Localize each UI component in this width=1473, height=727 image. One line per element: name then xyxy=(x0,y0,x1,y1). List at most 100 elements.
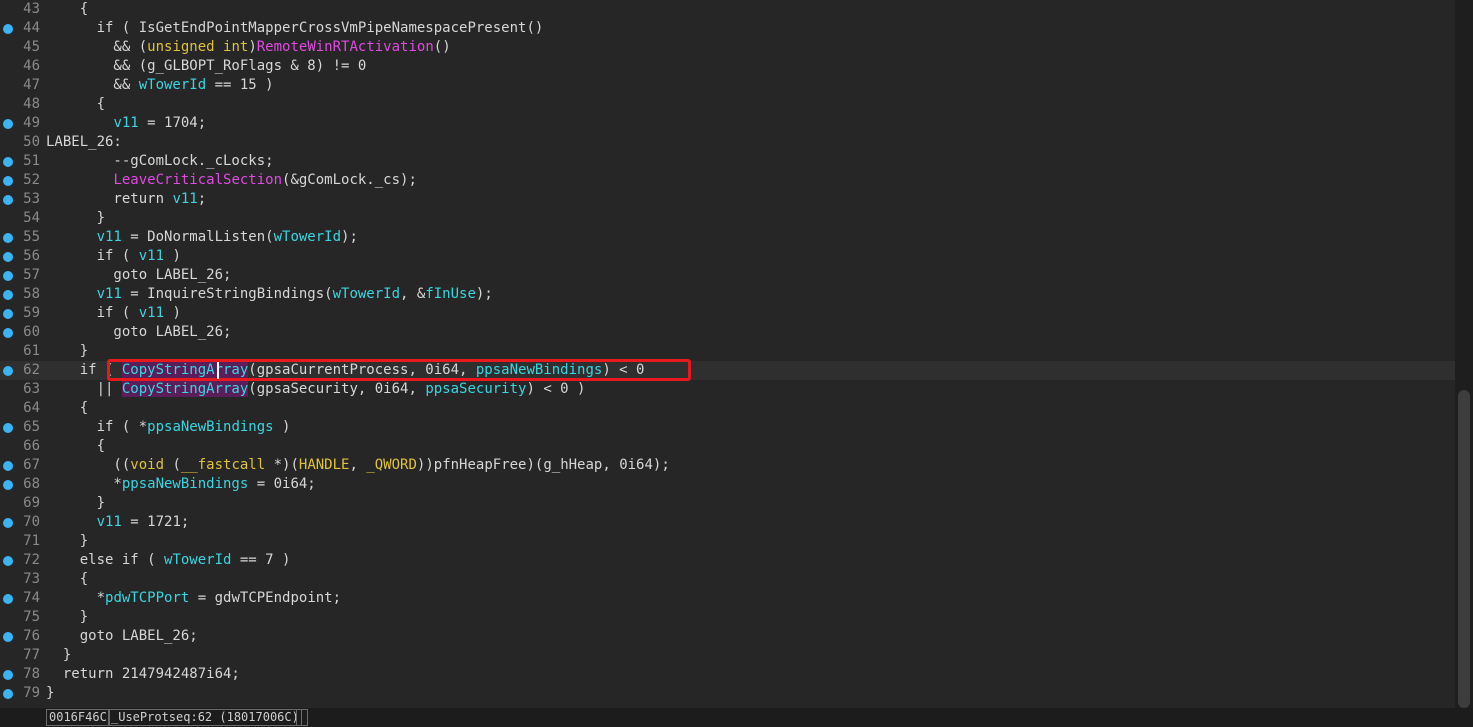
breakpoint-dot-icon[interactable] xyxy=(3,556,13,566)
breakpoint-dot-icon[interactable] xyxy=(3,290,13,300)
code-token: *)( xyxy=(265,457,299,473)
code-token: ppsaNewBindings xyxy=(147,419,274,435)
line-number: 48 xyxy=(23,96,40,112)
code-line[interactable]: 71 } xyxy=(0,532,1455,551)
code-line[interactable]: 68 *ppsaNewBindings = 0i64; xyxy=(0,475,1455,494)
code-line[interactable]: 65 if ( *ppsaNewBindings ) xyxy=(0,418,1455,437)
code-line[interactable]: 77 } xyxy=(0,646,1455,665)
code-line[interactable]: 51 --gComLock._cLocks; xyxy=(0,152,1455,171)
breakpoint-dot-icon[interactable] xyxy=(3,461,13,471)
line-number: 75 xyxy=(23,609,40,625)
code-line[interactable]: 75 } xyxy=(0,608,1455,627)
code-text: if ( v11 ) xyxy=(46,304,181,323)
breakpoint-dot-icon[interactable] xyxy=(3,328,13,338)
line-number: 51 xyxy=(23,153,40,169)
line-number: 44 xyxy=(23,20,40,36)
code-line[interactable]: 79} xyxy=(0,684,1455,703)
breakpoint-dot-icon[interactable] xyxy=(3,632,13,642)
code-token: wTowerId xyxy=(332,286,401,302)
code-line[interactable]: 49 v11 = 1704; xyxy=(0,114,1455,133)
breakpoint-dot-icon[interactable] xyxy=(3,670,13,680)
line-number: 59 xyxy=(23,305,40,321)
code-line[interactable]: 67 ((void (__fastcall *)(HANDLE, _QWORD)… xyxy=(0,456,1455,475)
code-line[interactable]: 78 return 2147942487i64; xyxy=(0,665,1455,684)
code-line[interactable]: 45 && (unsigned int)RemoteWinRTActivatio… xyxy=(0,38,1455,57)
line-number: 60 xyxy=(23,324,40,340)
code-text: if ( v11 ) xyxy=(46,247,181,266)
breakpoint-dot-icon[interactable] xyxy=(3,366,13,376)
scrollbar-thumb[interactable] xyxy=(1458,390,1470,708)
code-line[interactable]: 54 } xyxy=(0,209,1455,228)
code-line[interactable]: 53 return v11; xyxy=(0,190,1455,209)
code-line[interactable]: 72 else if ( wTowerId == 7 ) xyxy=(0,551,1455,570)
code-line[interactable]: 66 { xyxy=(0,437,1455,456)
code-token: } xyxy=(46,647,72,663)
code-line[interactable]: 76 goto LABEL_26; xyxy=(0,627,1455,646)
breakpoint-dot-icon[interactable] xyxy=(3,233,13,243)
code-line[interactable]: 74 *pdwTCPPort = gdwTCPEndpoint; xyxy=(0,589,1455,608)
breakpoint-dot-icon[interactable] xyxy=(3,271,13,281)
code-token: CopyStringArray xyxy=(121,381,249,397)
line-number: 45 xyxy=(23,39,40,55)
code-token: ) xyxy=(164,305,181,321)
code-line[interactable]: 70 v11 = 1721; xyxy=(0,513,1455,532)
code-line[interactable]: 47 && wTowerId == 15 ) xyxy=(0,76,1455,95)
code-text: v11 = InquireStringBindings(wTowerId, &f… xyxy=(46,285,493,304)
breakpoint-dot-icon[interactable] xyxy=(3,176,13,186)
line-number: 79 xyxy=(23,685,40,701)
code-line[interactable]: 44 if ( IsGetEndPointMapperCrossVmPipeNa… xyxy=(0,19,1455,38)
vertical-scrollbar[interactable] xyxy=(1455,0,1473,708)
code-line[interactable]: 73 { xyxy=(0,570,1455,589)
code-text: { xyxy=(46,570,88,589)
code-line[interactable]: 64 { xyxy=(0,399,1455,418)
code-token: __fastcall xyxy=(180,457,266,473)
status-location: _UseProtseq:62 (18017006C) xyxy=(108,709,302,726)
line-number: 73 xyxy=(23,571,40,587)
code-token: ); xyxy=(475,286,493,302)
breakpoint-dot-icon[interactable] xyxy=(3,518,13,528)
breakpoint-dot-icon[interactable] xyxy=(3,480,13,490)
line-number: 61 xyxy=(23,343,40,359)
line-number: 63 xyxy=(23,381,40,397)
code-line[interactable]: 69 } xyxy=(0,494,1455,513)
code-line[interactable]: 55 v11 = DoNormalListen(wTowerId); xyxy=(0,228,1455,247)
breakpoint-dot-icon[interactable] xyxy=(3,195,13,205)
breakpoint-dot-icon[interactable] xyxy=(3,24,13,34)
code-line[interactable]: 57 goto LABEL_26; xyxy=(0,266,1455,285)
code-token: HANDLE xyxy=(298,457,350,473)
breakpoint-dot-icon[interactable] xyxy=(3,119,13,129)
code-token: } xyxy=(46,609,89,625)
code-line[interactable]: 48 { xyxy=(0,95,1455,114)
breakpoint-dot-icon[interactable] xyxy=(3,594,13,604)
code-line[interactable]: 59 if ( v11 ) xyxy=(0,304,1455,323)
code-token: () xyxy=(526,20,544,36)
code-token: else if ( xyxy=(46,552,165,568)
code-line[interactable]: 63 || CopyStringArray(gpsaSecurity, 0i64… xyxy=(0,380,1455,399)
code-token: ; xyxy=(197,191,207,207)
code-token: ppsaSecurity xyxy=(425,381,527,397)
code-token: v11 xyxy=(172,191,198,207)
breakpoint-dot-icon[interactable] xyxy=(3,309,13,319)
code-text: { xyxy=(46,437,105,456)
code-line[interactable]: 52 LeaveCriticalSection(&gComLock._cs); xyxy=(0,171,1455,190)
breakpoint-dot-icon[interactable] xyxy=(3,423,13,433)
breakpoint-dot-icon[interactable] xyxy=(3,252,13,262)
code-token: v11 xyxy=(96,286,122,302)
code-token: if ( xyxy=(46,305,139,321)
code-line[interactable]: 58 v11 = InquireStringBindings(wTowerId,… xyxy=(0,285,1455,304)
breakpoint-dot-icon[interactable] xyxy=(3,689,13,699)
code-token: LABEL_26: xyxy=(46,134,122,150)
breakpoint-dot-icon[interactable] xyxy=(3,157,13,167)
code-text: *pdwTCPPort = gdwTCPEndpoint; xyxy=(46,589,341,608)
pseudocode-editor[interactable]: 43 {44 if ( IsGetEndPointMapperCrossVmPi… xyxy=(0,0,1455,708)
code-line[interactable]: 43 { xyxy=(0,0,1455,19)
code-line[interactable]: 60 goto LABEL_26; xyxy=(0,323,1455,342)
code-token: = 1721; xyxy=(121,514,190,530)
line-number: 53 xyxy=(23,191,40,207)
code-line[interactable]: 46 && (g_GLBOPT_RoFlags & 8) != 0 xyxy=(0,57,1455,76)
line-number: 72 xyxy=(23,552,40,568)
line-number: 57 xyxy=(23,267,40,283)
code-line[interactable]: 50 LABEL_26: xyxy=(0,133,1455,152)
code-line[interactable]: 56 if ( v11 ) xyxy=(0,247,1455,266)
